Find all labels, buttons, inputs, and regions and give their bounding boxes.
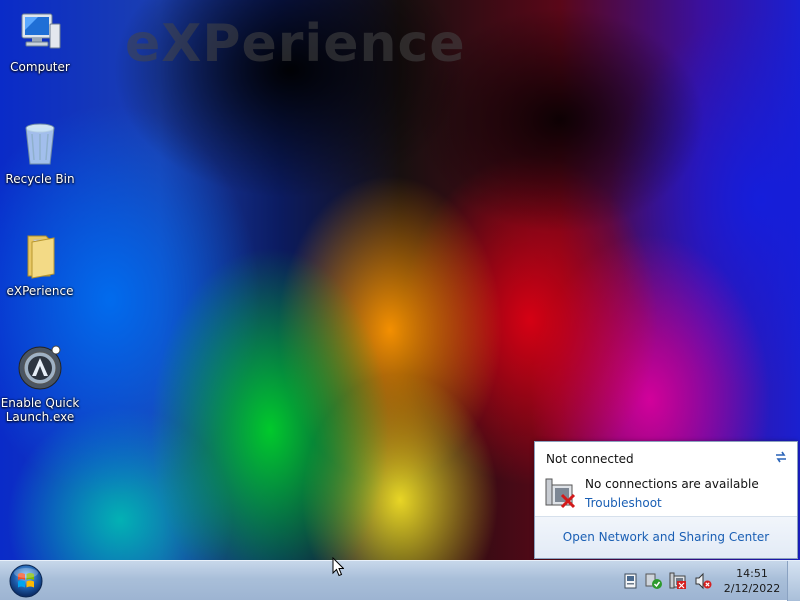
clock-time: 14:51	[736, 567, 768, 580]
desktop[interactable]: eXPerience Computer Recycle Bin eXPerien…	[0, 0, 800, 560]
refresh-icon[interactable]	[773, 449, 789, 465]
folder-icon	[16, 232, 64, 280]
action-center-icon[interactable]	[622, 572, 640, 590]
desktop-icon-label: Enable Quick Launch.exe	[0, 396, 80, 424]
open-network-sharing-center-link[interactable]: Open Network and Sharing Center	[563, 530, 769, 544]
clock-date: 2/12/2022	[723, 582, 781, 595]
network-disconnected-icon[interactable]	[669, 572, 687, 590]
no-connections-message: No connections are available	[585, 477, 759, 491]
desktop-icon-label-line2: Launch.exe	[5, 410, 75, 424]
desktop-icon-computer[interactable]: Computer	[0, 8, 80, 74]
windows-start-orb-icon[interactable]	[6, 563, 46, 599]
desktop-icon-label: Recycle Bin	[5, 172, 75, 186]
taskbar-clock[interactable]: 14:51 2/12/2022	[722, 566, 782, 596]
network-flyout-footer: Open Network and Sharing Center	[535, 516, 797, 558]
security-check-icon[interactable]	[645, 572, 663, 590]
taskbar: 14:51 2/12/2022	[0, 560, 800, 601]
app-launcher-icon	[16, 344, 64, 392]
troubleshoot-link[interactable]: Troubleshoot	[585, 496, 662, 510]
show-desktop-button[interactable]	[787, 561, 800, 601]
desktop-icon-label-line1: Enable Quick	[0, 396, 80, 410]
mouse-pointer-icon	[332, 556, 345, 577]
recycle-bin-icon	[16, 120, 64, 168]
volume-muted-icon[interactable]	[694, 572, 712, 590]
network-disconnected-icon	[544, 477, 576, 509]
desktop-icon-recycle-bin[interactable]: Recycle Bin	[0, 120, 80, 186]
desktop-icon-enable-quick-launch[interactable]: Enable Quick Launch.exe	[0, 344, 80, 424]
wallpaper-watermark: eXPerience	[125, 14, 466, 74]
network-flyout: Not connected No connections are availab…	[534, 441, 798, 559]
network-status-title: Not connected	[546, 452, 634, 466]
desktop-icon-experience-folder[interactable]: eXPerience	[0, 232, 80, 298]
desktop-icon-label: Computer	[10, 60, 70, 74]
computer-icon	[16, 8, 64, 56]
desktop-icon-label: eXPerience	[6, 284, 74, 298]
